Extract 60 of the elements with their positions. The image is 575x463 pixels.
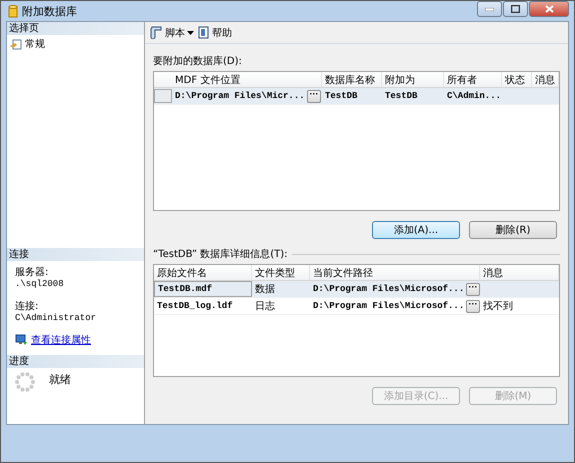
table-cell: TestDB_log.ldf [157,301,233,311]
maximize-button[interactable] [503,1,528,17]
table-cell: TestDB [385,91,418,101]
connection-properties-link[interactable]: 查看连接属性 [31,333,91,347]
table-cell: D:\Program Files\Micr... [175,91,305,101]
field-label: 连接: [15,300,40,313]
group-label: 要附加的数据库(D): [153,54,243,68]
ellipsis-icon [469,284,478,288]
column-header[interactable]: 消息 [532,72,559,87]
column-header[interactable]: 消息 [480,265,559,280]
column-header[interactable]: 当前文件路径 [310,265,480,280]
close-button[interactable] [529,1,569,17]
table-cell-text: 数据 [255,283,275,296]
toolbar-button[interactable]: 脚本 [149,26,194,40]
table-cell-text: 日志 [255,300,275,313]
page-label: 常规 [25,38,45,51]
minimize-icon [485,8,494,10]
column-header[interactable]: MDF 文件位置 [172,72,322,87]
column-header[interactable]: 文件类型 [252,265,310,280]
table-cell: D:\Program Files\Microsof... [313,284,464,294]
table-row[interactable]: D:\Program Files\Micr... TestDB TestDB C\Admin... [154,88,559,105]
table-cell: C\Admin... [447,91,502,101]
scroll-icon [149,26,163,39]
table-cell: TestDB [325,91,358,101]
group-label: “TestDB” 数据库详细信息(T): [153,248,288,261]
browse-button[interactable] [466,282,480,296]
caret-icon [187,30,194,34]
minimize-button[interactable] [477,1,502,17]
column-header[interactable]: 数据库名称 [322,72,382,87]
column-header[interactable]: 原始文件名 [154,265,252,280]
column-header[interactable]: 附加为 [382,72,444,87]
table-cell: D:\Program Files\Microsof... [313,301,464,311]
page-item[interactable]: 常规 [7,35,144,53]
window-title: 附加数据库 [22,4,77,18]
section-header: 选择页 [7,22,144,35]
spinner-icon [15,372,35,392]
column-header[interactable]: 所有者 [444,72,502,87]
progress-status: 就绪 [49,372,71,388]
table-cell-text: 找不到 [483,300,513,313]
monitor-icon [15,334,28,346]
document-icon [198,26,210,39]
ellipsis-icon [310,92,318,94]
ellipsis-icon [469,302,478,304]
button[interactable]: 删除(R) [469,221,557,239]
browse-button[interactable] [306,90,321,102]
section-header: 进度 [7,355,144,368]
database-icon [8,4,18,18]
field-label: 服务器: [15,266,50,279]
browse-button[interactable] [466,300,480,312]
field-value: C\Administrator [15,313,98,323]
maximize-icon [511,5,520,13]
close-icon [544,5,554,13]
field-value: .\sql2008 [15,279,65,289]
table-row[interactable]: TestDB.mdf 数据 D:\Program Files\Microsof... [154,281,559,298]
table-cell: TestDB.mdf [158,284,212,294]
toolbar-button[interactable]: 帮助 [198,26,232,40]
button[interactable]: 添加(A)... [372,221,460,239]
section-header: 连接 [7,248,144,261]
table-row[interactable]: TestDB_log.ldf 日志 D:\Program Files\Microsof... 找不到 [154,298,559,315]
column-header[interactable]: 状态 [502,72,532,87]
